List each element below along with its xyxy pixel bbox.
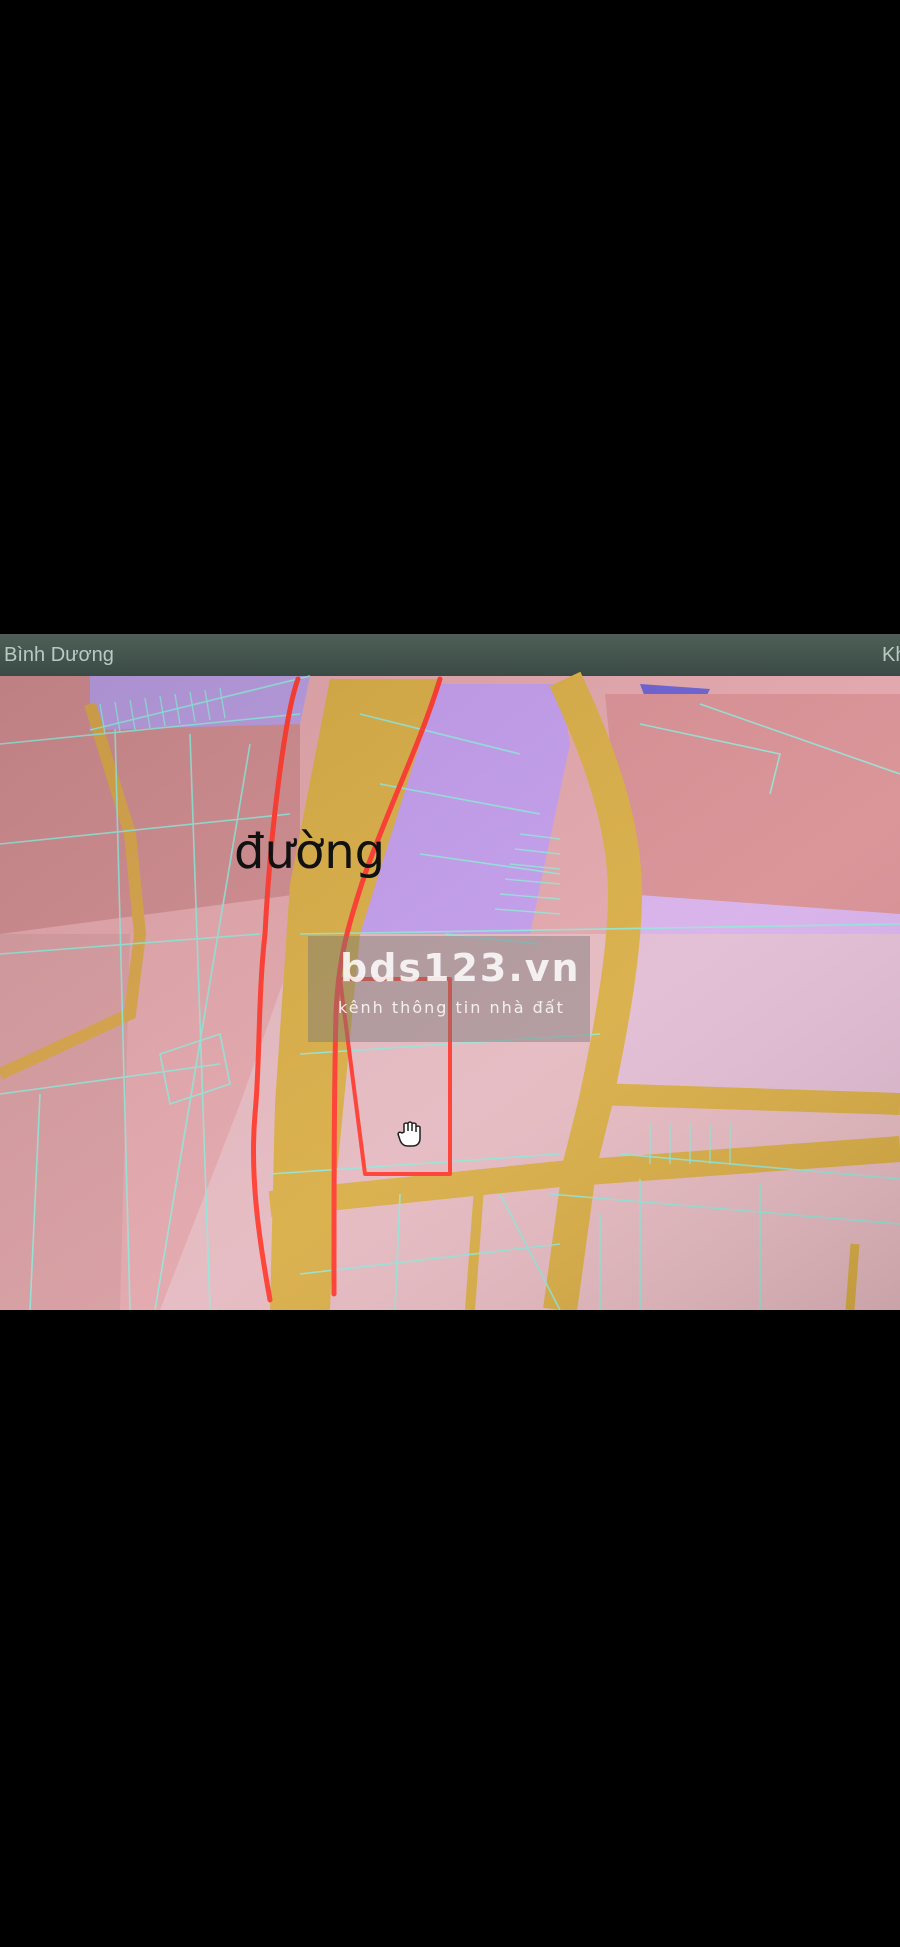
road-annotation-label: đường xyxy=(234,824,386,880)
map-photo: Bình Dương Kh xyxy=(0,634,900,1310)
watermark: bds123.vn kênh thông tin nhà đất xyxy=(308,936,590,1042)
watermark-brand: bds123.vn xyxy=(340,946,581,990)
watermark-tagline: kênh thông tin nhà đất xyxy=(338,998,565,1017)
